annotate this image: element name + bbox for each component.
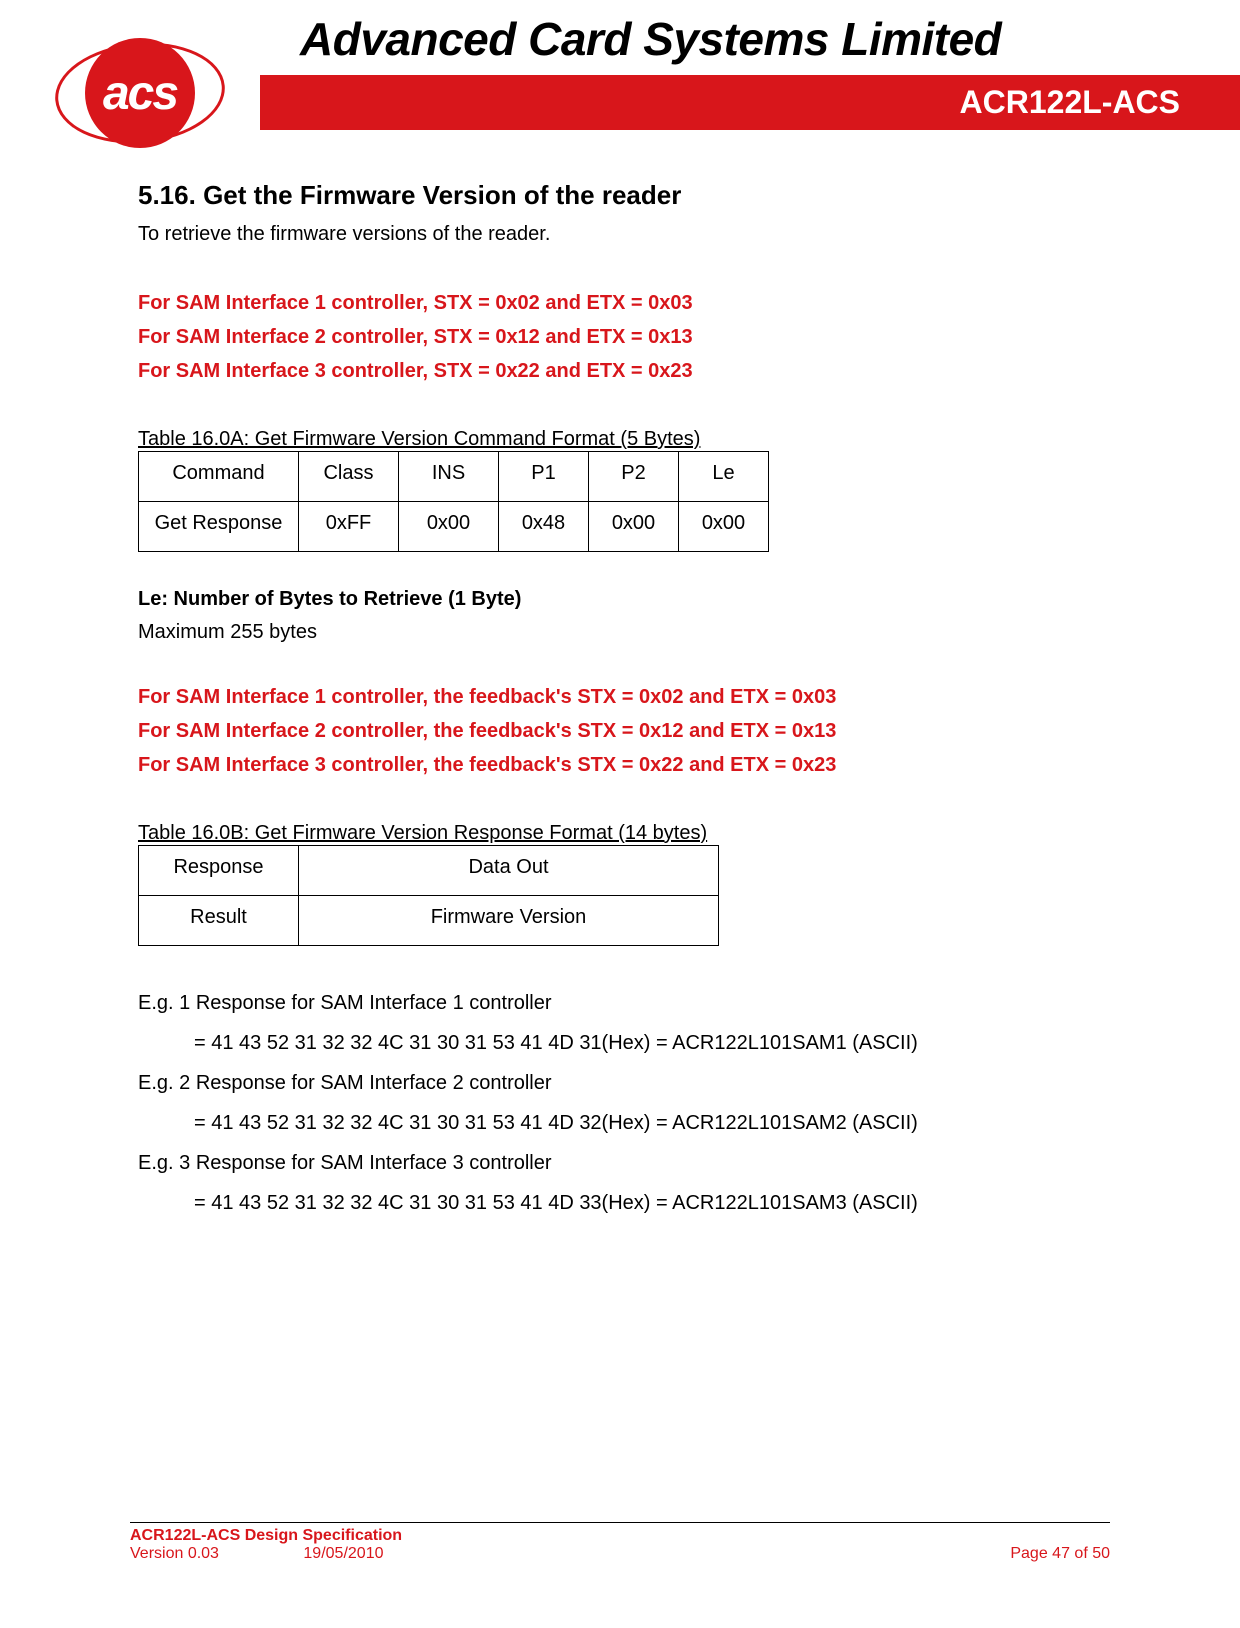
page-footer: ACR122L-ACS Design Specification Version… (0, 1522, 1240, 1563)
table-header-cell: P1 (499, 452, 589, 502)
sam-note: For SAM Interface 3 controller, the feed… (138, 748, 1110, 782)
product-bar: ACR122L-ACS (260, 75, 1240, 130)
le-label: Le: Number of Bytes to Retrieve (1 Byte) (138, 588, 1110, 611)
page-header: acs Advanced Card Systems Limited ACR122… (0, 0, 1240, 130)
logo: acs (50, 25, 230, 165)
table-cell: 0xFF (299, 502, 399, 552)
example-value: = 41 43 52 31 32 32 4C 31 30 31 53 41 4D… (138, 1026, 1110, 1060)
table-row: Response Data Out (139, 846, 719, 896)
section-title: 5.16. Get the Firmware Version of the re… (138, 180, 1110, 211)
company-name: Advanced Card Systems Limited (300, 12, 1001, 66)
table-header-cell: Data Out (299, 846, 719, 896)
table-header-cell: Command (139, 452, 299, 502)
table-row: Command Class INS P1 P2 Le (139, 452, 769, 502)
example-value: = 41 43 52 31 32 32 4C 31 30 31 53 41 4D… (138, 1106, 1110, 1140)
command-format-table: Command Class INS P1 P2 Le Get Response … (138, 451, 769, 552)
example-label: E.g. 2 Response for SAM Interface 2 cont… (138, 1066, 1110, 1100)
response-format-table: Response Data Out Result Firmware Versio… (138, 845, 719, 946)
sam-note: For SAM Interface 1 controller, STX = 0x… (138, 286, 1110, 320)
sam-notes-b: For SAM Interface 1 controller, the feed… (138, 680, 1110, 782)
sam-notes-a: For SAM Interface 1 controller, STX = 0x… (138, 286, 1110, 388)
footer-spec-info: ACR122L-ACS Design Specification Version… (130, 1527, 402, 1563)
example-label: E.g. 3 Response for SAM Interface 3 cont… (138, 1146, 1110, 1180)
table-cell: Result (139, 896, 299, 946)
le-description: Maximum 255 bytes (138, 621, 1110, 644)
example-label: E.g. 1 Response for SAM Interface 1 cont… (138, 986, 1110, 1020)
table-a-caption: Table 16.0A: Get Firmware Version Comman… (138, 428, 1110, 451)
logo-circle-icon: acs (85, 38, 195, 148)
sam-note: For SAM Interface 2 controller, the feed… (138, 714, 1110, 748)
table-header-cell: Le (679, 452, 769, 502)
intro-text: To retrieve the firmware versions of the… (138, 223, 1110, 246)
footer-version: Version 0.03 (130, 1545, 219, 1562)
table-header-cell: INS (399, 452, 499, 502)
table-cell: 0x00 (399, 502, 499, 552)
footer-page-number: Page 47 of 50 (1010, 1527, 1110, 1563)
sam-note: For SAM Interface 2 controller, STX = 0x… (138, 320, 1110, 354)
table-b-caption: Table 16.0B: Get Firmware Version Respon… (138, 822, 1110, 845)
table-cell: 0x00 (679, 502, 769, 552)
footer-spec-title: ACR122L-ACS Design Specification (130, 1527, 402, 1545)
table-cell: 0x48 (499, 502, 589, 552)
sam-note: For SAM Interface 1 controller, the feed… (138, 680, 1110, 714)
table-row: Result Firmware Version (139, 896, 719, 946)
footer-date: 19/05/2010 (303, 1545, 383, 1562)
table-cell: 0x00 (589, 502, 679, 552)
table-cell: Get Response (139, 502, 299, 552)
table-header-cell: Response (139, 846, 299, 896)
document-content: 5.16. Get the Firmware Version of the re… (0, 130, 1240, 1220)
product-name: ACR122L-ACS (960, 84, 1180, 121)
section-number: 5.16. (138, 180, 196, 210)
table-header-cell: Class (299, 452, 399, 502)
table-header-cell: P2 (589, 452, 679, 502)
examples-block: E.g. 1 Response for SAM Interface 1 cont… (138, 986, 1110, 1220)
table-row: Get Response 0xFF 0x00 0x48 0x00 0x00 (139, 502, 769, 552)
logo-text: acs (103, 66, 177, 121)
sam-note: For SAM Interface 3 controller, STX = 0x… (138, 354, 1110, 388)
section-heading: Get the Firmware Version of the reader (203, 180, 681, 210)
table-cell: Firmware Version (299, 896, 719, 946)
example-value: = 41 43 52 31 32 32 4C 31 30 31 53 41 4D… (138, 1186, 1110, 1220)
